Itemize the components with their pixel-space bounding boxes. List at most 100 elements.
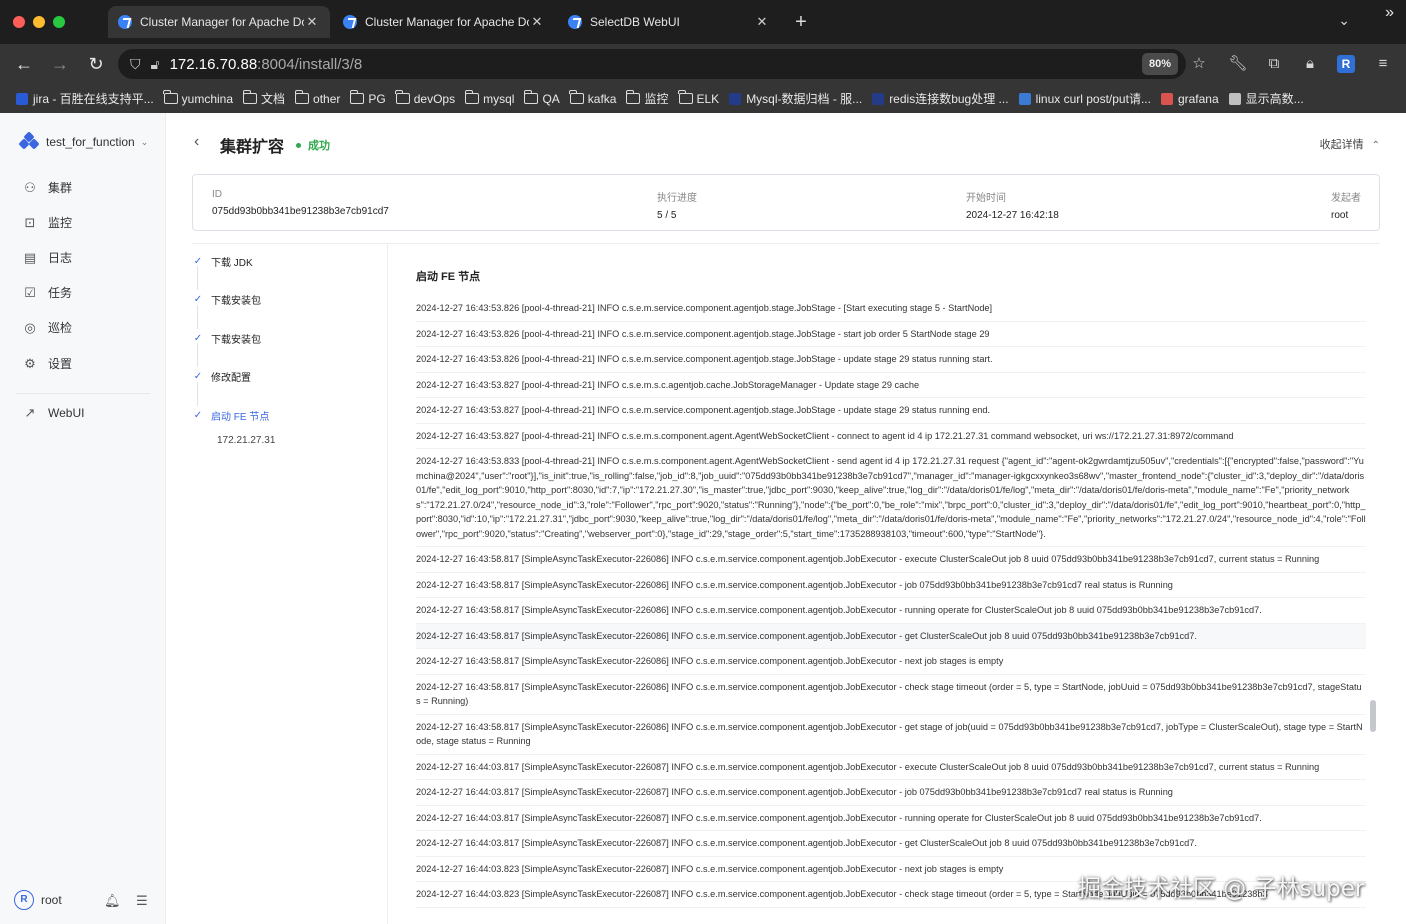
info-initiator: 发起者 root	[1331, 189, 1361, 221]
bookmark-item[interactable]: jira - 百胜在线支持平...	[16, 90, 154, 107]
tab-title: Cluster Manager for Apache Doris	[365, 15, 529, 29]
inspection-icon: ◎	[24, 319, 36, 335]
folder-icon	[678, 90, 693, 104]
step-modify-config[interactable]: ✓ 修改配置	[192, 369, 251, 384]
step-start-fe-node[interactable]: ✓ 启动 FE 节点	[192, 408, 270, 423]
forward-arrow-icon[interactable]: →	[49, 53, 71, 75]
collapse-details-button[interactable]: 收起详情 ⌃	[1320, 136, 1380, 152]
bookmark-label: 文档	[261, 92, 286, 106]
sidebar-item-webui[interactable]: ↗ WebUI	[22, 405, 85, 421]
bookmarks-overflow-icon[interactable]: »	[1385, 4, 1394, 22]
bookmark-item[interactable]: mysql	[464, 90, 515, 106]
step-download-package-1[interactable]: ✓ 下载安装包	[192, 292, 261, 307]
settings-icon: ⚙	[24, 355, 36, 371]
bookmark-item[interactable]: QA	[523, 90, 560, 106]
close-icon[interactable]: ✕	[304, 14, 320, 30]
close-icon[interactable]: ✕	[754, 14, 770, 30]
bookmark-star-icon[interactable]: ☆	[1189, 54, 1209, 74]
check-icon: ✓	[193, 256, 203, 267]
sidebar-item-inspection[interactable]: ◎ 巡检	[22, 319, 72, 336]
bookmark-label: mysql	[483, 91, 515, 106]
bookmark-label: PG	[368, 91, 386, 106]
tab-list-chevron-icon[interactable]: ⌄	[1338, 12, 1350, 29]
address-bar[interactable]: ⛉ 🔓︎ 172.16.70.88:8004/install/3/8 80%	[118, 49, 1186, 79]
back-chevron-icon[interactable]: ‹	[194, 133, 199, 151]
sidebar-item-label: 巡检	[48, 321, 73, 335]
reload-icon[interactable]: ↻	[85, 53, 107, 75]
monitor-icon: ⊡	[24, 214, 36, 230]
close-window-button[interactable]	[13, 16, 25, 28]
browser-tab-3[interactable]: SelectDB WebUI ✕	[558, 6, 780, 38]
step-node-ip[interactable]: 172.21.27.31	[217, 435, 275, 446]
bookmark-item[interactable]: ELK	[678, 90, 719, 106]
folder-icon	[395, 90, 410, 104]
zoom-badge[interactable]: 80%	[1141, 53, 1178, 75]
close-icon[interactable]: ✕	[529, 14, 545, 30]
step-download-jdk[interactable]: ✓ 下载 JDK	[192, 254, 253, 269]
scrollbar-thumb[interactable]	[1370, 700, 1376, 732]
doris-favicon-icon	[118, 15, 132, 29]
maximize-window-button[interactable]	[53, 16, 65, 28]
new-tab-button[interactable]: +	[790, 11, 812, 34]
back-arrow-icon[interactable]: ←	[13, 53, 35, 75]
bookmark-item[interactable]: Mysql-数据归档 - 服...	[729, 90, 862, 107]
folder-icon	[569, 90, 584, 104]
log-line: 2024-12-27 16:43:58.817 [SimpleAsyncTask…	[416, 649, 1366, 675]
bookmark-item[interactable]: grafana	[1160, 91, 1219, 106]
sidebar-item-label: 日志	[48, 251, 73, 265]
collapse-sidebar-icon[interactable]: ☰	[136, 893, 148, 909]
bell-icon[interactable]: 🔔︎	[104, 893, 121, 909]
minimize-window-button[interactable]	[33, 16, 45, 28]
bookmark-item[interactable]: 文档	[242, 90, 286, 107]
sidebar-item-monitor[interactable]: ⊡ 监控	[22, 214, 72, 231]
bookmark-item[interactable]: linux curl post/put请...	[1018, 90, 1151, 107]
bookmark-item[interactable]: PG	[349, 90, 386, 106]
workspace-switcher[interactable]: test_for_function ⌄	[18, 131, 149, 151]
user-menu[interactable]: R root	[14, 890, 62, 910]
sidebar-divider	[16, 393, 150, 394]
shield-icon[interactable]: ⛉	[130, 56, 141, 73]
menu-hamburger-icon[interactable]: ≡	[1373, 54, 1393, 74]
bookmark-label: jira - 百胜在线支持平...	[33, 92, 154, 106]
step-download-package-2[interactable]: ✓ 下载安装包	[192, 331, 261, 346]
bookmark-item[interactable]: kafka	[569, 90, 616, 106]
sidebar-item-task[interactable]: ☑ 任务	[22, 284, 72, 301]
bookmarks-bar: jira - 百胜在线支持平... yumchina 文档 other PG devOps…	[0, 84, 1406, 113]
step-connector	[197, 305, 198, 329]
browser-tab-2[interactable]: Cluster Manager for Apache Doris ✕	[333, 6, 555, 38]
folder-icon	[294, 90, 310, 104]
lock-icon[interactable]: 🔒︎	[1300, 54, 1320, 74]
bookmark-item[interactable]: devOps	[395, 90, 455, 106]
check-icon: ✓	[193, 410, 203, 421]
browser-tab-1[interactable]: Cluster Manager for Apache Doris ✕	[108, 6, 330, 38]
bookmark-item[interactable]: 监控	[625, 90, 669, 107]
bookmark-item[interactable]: redis连接数bug处理 ...	[872, 90, 1009, 107]
url-text[interactable]: 172.16.70.88:8004/install/3/8	[170, 56, 363, 73]
sidebar-item-settings[interactable]: ⚙ 设置	[22, 355, 72, 372]
site-favicon-icon	[1228, 92, 1241, 105]
wrench-icon[interactable]: 🔧︎	[1228, 54, 1248, 74]
step-label: 启动 FE 节点	[211, 412, 270, 423]
log-line: 2024-12-27 16:43:58.817 [SimpleAsyncTask…	[416, 573, 1366, 598]
bookmark-item[interactable]: yumchina	[163, 90, 233, 106]
insecure-lock-icon[interactable]: 🔓︎	[151, 56, 160, 73]
log-line: 2024-12-27 16:43:58.817 [SimpleAsyncTask…	[416, 547, 1366, 573]
extensions-puzzle-icon[interactable]: ⧉	[1264, 54, 1284, 74]
bookmark-item[interactable]: other	[294, 90, 341, 106]
selectdb-favicon-icon	[568, 15, 582, 29]
chevron-down-icon: ⌄	[140, 136, 149, 147]
log-output[interactable]: 2024-12-27 16:43:53.826 [pool-4-thread-2…	[416, 296, 1366, 924]
tab-title: SelectDB WebUI	[590, 15, 680, 29]
step-connector	[197, 382, 198, 406]
sidebar-item-cluster[interactable]: ⚇ 集群	[22, 179, 72, 196]
sidebar-item-log[interactable]: ▤ 日志	[22, 249, 72, 266]
log-scrollbar[interactable]	[1369, 296, 1377, 924]
profile-avatar[interactable]: R	[1337, 55, 1355, 73]
info-value: root	[1331, 210, 1349, 221]
step-label: 下载 JDK	[211, 258, 253, 269]
bookmark-label: grafana	[1177, 91, 1219, 106]
site-favicon-icon	[729, 92, 742, 105]
bookmark-item[interactable]: 显示高数...	[1228, 90, 1304, 107]
site-favicon-icon	[16, 92, 28, 105]
bookmark-label: other	[313, 91, 341, 106]
